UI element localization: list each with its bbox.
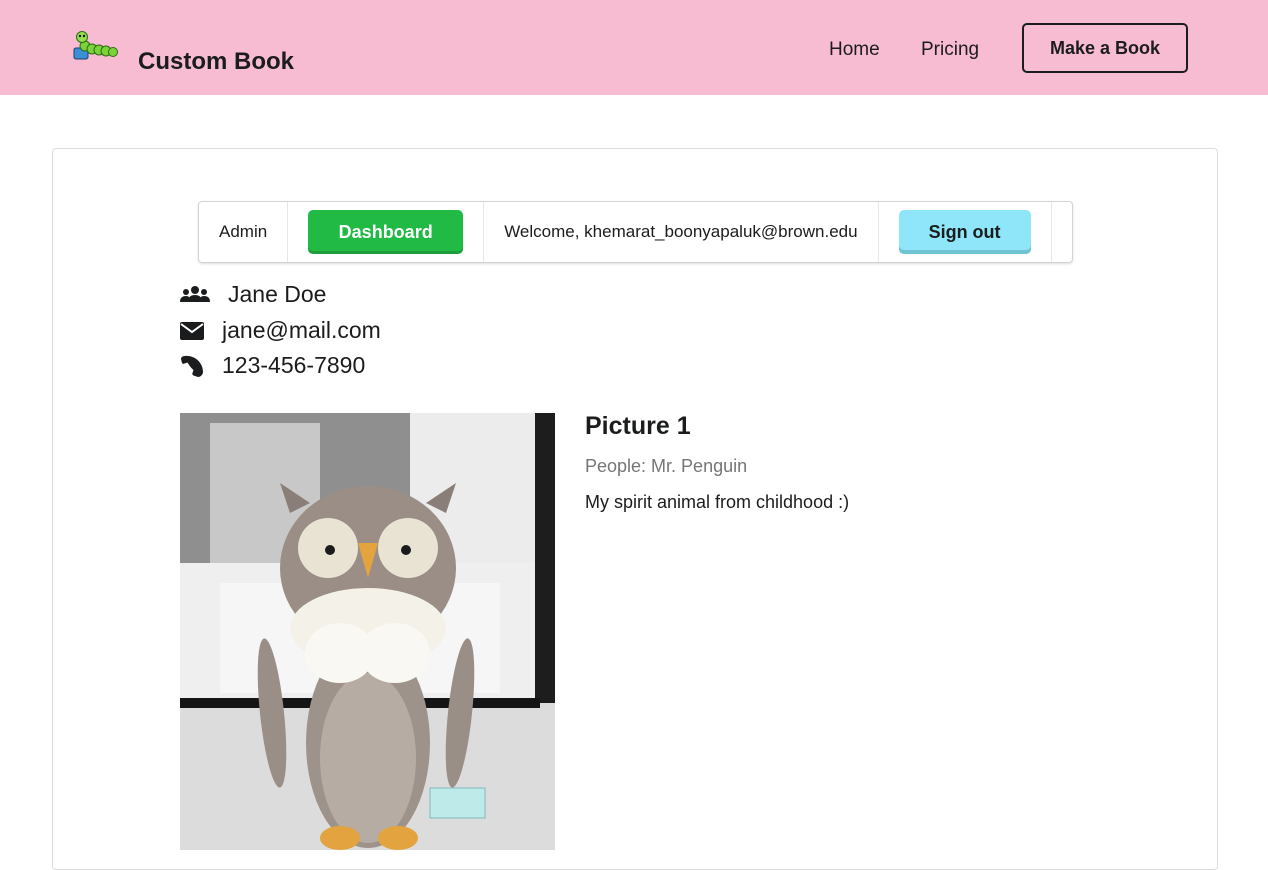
customer-email: jane@mail.com (222, 317, 381, 343)
nav-pricing-link[interactable]: Pricing (921, 39, 979, 61)
admin-label: Admin (199, 202, 289, 262)
top-navbar: Custom Book Home Pricing Make a Book (0, 0, 1268, 95)
welcome-text: Welcome, khemarat_boonyapaluk@brown.edu (484, 202, 879, 262)
picture-description: My spirit animal from childhood :) (585, 492, 850, 512)
sign-out-button[interactable]: Sign out (898, 210, 1031, 254)
picture-image[interactable] (180, 413, 555, 850)
dashboard-button[interactable]: Dashboard (308, 210, 464, 254)
customer-email-row: jane@mail.com (180, 317, 381, 344)
envelope-icon (180, 321, 204, 340)
customer-phone: 123-456-7890 (222, 352, 366, 378)
customer-name: Jane Doe (228, 281, 327, 307)
phone-icon (181, 355, 203, 377)
customer-name-row: Jane Doe (180, 281, 326, 308)
signout-menu-item: Sign out (879, 202, 1052, 262)
nav-home-link[interactable]: Home (829, 39, 880, 61)
caterpillar-logo-icon[interactable] (72, 30, 118, 64)
picture-people: People: Mr. Penguin (585, 456, 748, 476)
owl-plush-photo (180, 413, 555, 850)
picture-title: Picture 1 (585, 412, 691, 440)
customer-phone-row: 123-456-7890 (180, 352, 365, 379)
brand-name[interactable]: Custom Book (138, 48, 294, 76)
dashboard-menu-item: Dashboard (288, 202, 485, 262)
admin-menu: Admin Dashboard Welcome, khemarat_boonya… (198, 201, 1073, 263)
make-a-book-button[interactable]: Make a Book (1022, 23, 1188, 73)
users-icon (180, 285, 210, 302)
